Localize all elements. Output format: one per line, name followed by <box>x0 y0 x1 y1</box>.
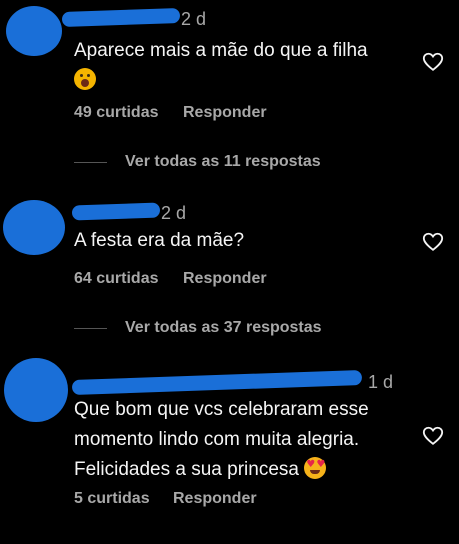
comment-timestamp: 2 d <box>161 203 187 223</box>
comment-text: Aparece mais a mãe do que a filha <box>74 36 414 96</box>
comment-text-content: Aparece mais a mãe do que a filha <box>74 40 368 61</box>
comment-text-line: Felicidades a sua princesa <box>74 459 299 480</box>
like-count[interactable]: 64 curtidas <box>74 270 158 288</box>
comment-text-line: Que bom que vcs celebraram esse <box>74 399 369 420</box>
heart-outline-icon[interactable] <box>422 51 444 73</box>
view-replies-button[interactable]: Ver todas as 37 respostas <box>74 319 322 337</box>
comment-2: 2 d A festa era da mãe? 64 curtidas Resp… <box>0 190 459 350</box>
heart-outline-icon[interactable] <box>422 425 444 447</box>
comment-text-line: momento lindo com muita alegria. <box>74 429 360 450</box>
comment-text: A festa era da mãe? <box>74 230 245 251</box>
view-replies-label: Ver todas as 37 respostas <box>125 319 322 336</box>
avatar[interactable] <box>4 358 68 422</box>
like-count[interactable]: 49 curtidas <box>74 104 158 122</box>
username-redacted[interactable] <box>71 202 161 221</box>
comment-1: 2 d Aparece mais a mãe do que a filha 49… <box>0 0 459 190</box>
avatar[interactable] <box>6 6 62 56</box>
username-redacted[interactable] <box>61 7 181 28</box>
reply-button[interactable]: Responder <box>183 104 267 122</box>
view-replies-label: Ver todas as 11 respostas <box>125 153 321 170</box>
like-count[interactable]: 5 curtidas <box>74 490 150 508</box>
view-replies-button[interactable]: Ver todas as 11 respostas <box>74 153 321 171</box>
reply-button[interactable]: Responder <box>183 270 267 288</box>
heart-outline-icon[interactable] <box>422 231 444 253</box>
comment-3: 1 d Que bom que vcs celebraram esse mome… <box>0 350 459 544</box>
replies-divider <box>74 161 107 163</box>
username-redacted[interactable] <box>71 369 363 396</box>
replies-divider <box>74 327 107 329</box>
comment-timestamp: 2 d <box>181 9 207 29</box>
comment-text: Que bom que vcs celebraram esse momento … <box>74 395 424 485</box>
heart-eyes-emoji <box>304 457 327 479</box>
avatar[interactable] <box>3 200 65 255</box>
reply-button[interactable]: Responder <box>173 490 257 508</box>
comment-timestamp: 1 d <box>368 372 394 392</box>
face-screaming-emoji <box>74 68 96 90</box>
